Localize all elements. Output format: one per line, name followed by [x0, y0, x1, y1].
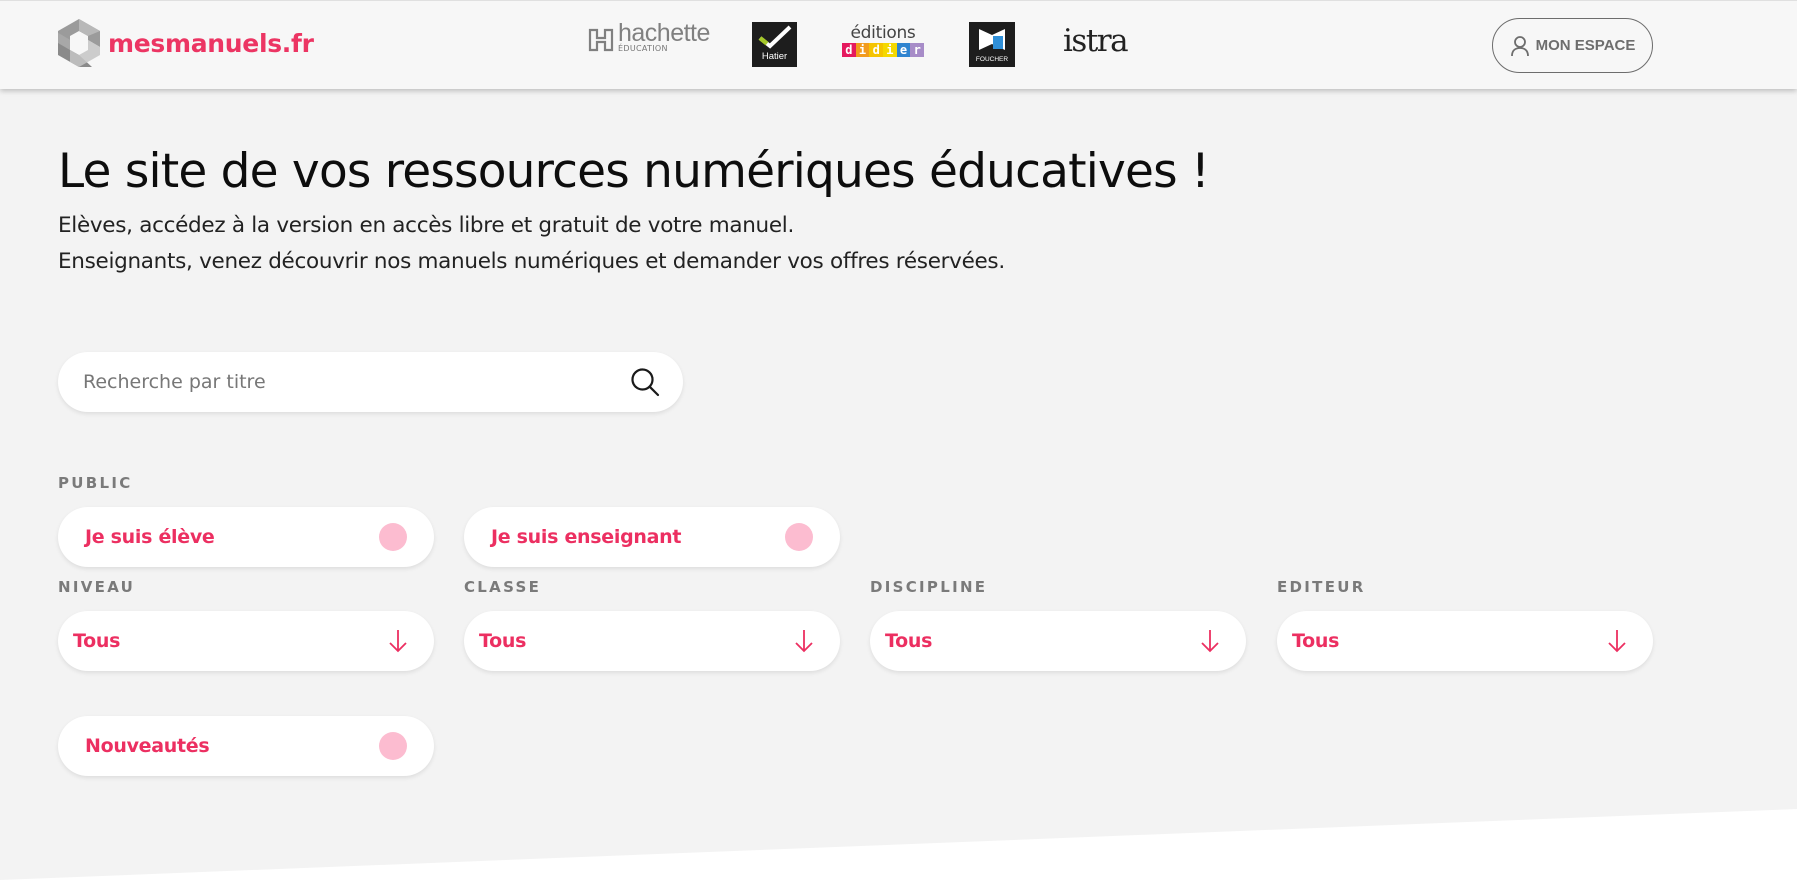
toggle-enseignant[interactable]: Je suis enseignant: [464, 507, 840, 567]
niveau-value: Tous: [73, 630, 121, 652]
brand-logo[interactable]: mesmanuels.fr: [58, 19, 314, 67]
toggle-nouveautes-switch[interactable]: [379, 732, 407, 760]
didier-letters: didier: [842, 43, 925, 57]
toggle-eleve-switch[interactable]: [379, 523, 407, 551]
toggle-enseignant-label: Je suis enseignant: [491, 526, 682, 548]
didier-letter: d: [869, 43, 884, 57]
discipline-value: Tous: [885, 630, 933, 652]
classe-select[interactable]: Tous: [464, 611, 840, 671]
arrow-down-icon: [795, 630, 813, 653]
mon-espace-label: MON ESPACE: [1535, 37, 1636, 54]
toggle-eleve-label: Je suis élève: [85, 526, 215, 548]
editeur-value: Tous: [1292, 630, 1340, 652]
discipline-select[interactable]: Tous: [870, 611, 1246, 671]
hatier-name: Hatier: [761, 51, 788, 62]
arrow-down-icon: [1608, 630, 1626, 653]
toggle-nouveautes-label: Nouveautés: [85, 735, 210, 757]
brand-name: mesmanuels.fr: [108, 28, 314, 58]
partner-logo-hatier[interactable]: Hatier: [752, 22, 797, 67]
toggle-eleve[interactable]: Je suis élève: [58, 507, 434, 567]
hachette-h-icon: [588, 28, 614, 52]
foucher-book-icon: [979, 29, 1005, 50]
didier-top: éditions: [850, 23, 916, 43]
subtitle-teachers: Enseignants, venez découvrir nos manuels…: [58, 249, 1005, 274]
partner-logo-hachette[interactable]: hachette ÉDUCATION: [588, 21, 710, 53]
public-label: PUBLIC: [58, 474, 133, 492]
niveau-label: NIVEAU: [58, 578, 136, 596]
hatier-check-icon: [758, 25, 792, 49]
toggle-enseignant-switch[interactable]: [785, 523, 813, 551]
subtitle-students: Elèves, accédez à la version en accès li…: [58, 213, 795, 238]
toggle-nouveautes[interactable]: Nouveautés: [58, 716, 434, 776]
niveau-select[interactable]: Tous: [58, 611, 434, 671]
partner-logo-foucher[interactable]: FOUCHER: [969, 22, 1015, 67]
page-title: Le site de vos ressources numériques édu…: [58, 144, 1210, 199]
search-bar: [58, 352, 683, 412]
editeur-select[interactable]: Tous: [1277, 611, 1653, 671]
logo-icon: [58, 19, 100, 67]
partner-logo-istra[interactable]: istra: [1063, 23, 1129, 59]
didier-letter: i: [883, 43, 897, 57]
search-icon[interactable]: [629, 366, 661, 398]
foucher-name: FOUCHER: [975, 56, 1009, 63]
arrow-down-icon: [389, 630, 407, 653]
classe-label: CLASSE: [464, 578, 542, 596]
didier-letter: d: [842, 43, 856, 57]
discipline-label: DISCIPLINE: [870, 578, 988, 596]
search-input[interactable]: [83, 371, 603, 393]
didier-letter: r: [910, 43, 925, 57]
didier-letter: i: [855, 43, 870, 57]
hachette-name: hachette: [618, 19, 710, 47]
arrow-down-icon: [1201, 630, 1219, 653]
mon-espace-button[interactable]: MON ESPACE: [1492, 18, 1653, 73]
didier-letter: e: [896, 43, 911, 57]
editeur-label: EDITEUR: [1277, 578, 1366, 596]
site-header: mesmanuels.fr hachette ÉDUCATION Hatier …: [0, 0, 1797, 89]
user-icon: [1510, 35, 1529, 56]
classe-value: Tous: [479, 630, 527, 652]
partner-logo-didier[interactable]: éditions didier: [842, 23, 925, 57]
